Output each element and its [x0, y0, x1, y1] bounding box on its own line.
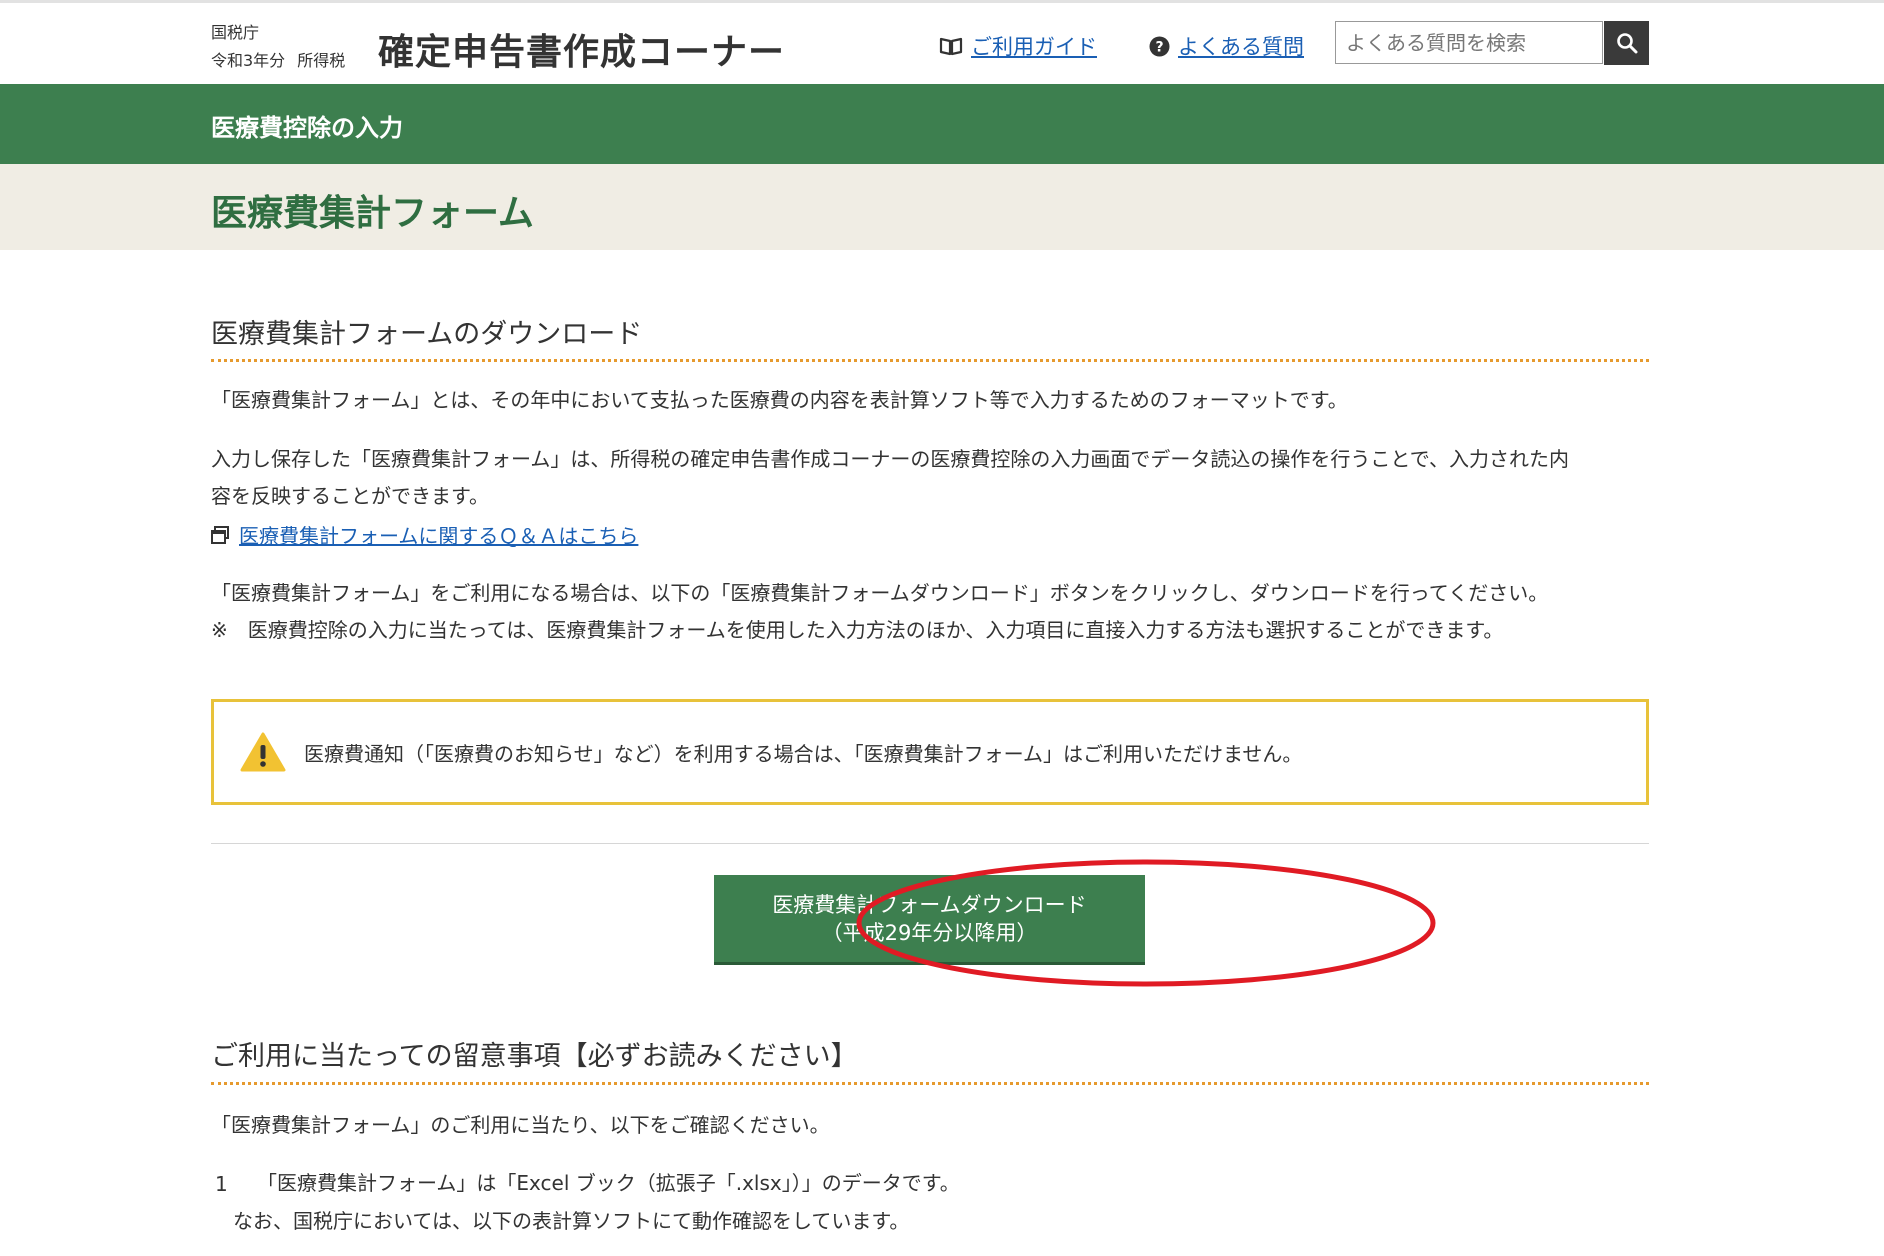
notes-section-title: ご利用に当たっての留意事項【必ずお読みください】 — [211, 1041, 858, 1072]
paragraph-2-line-2: 容を反映することができます。 — [211, 484, 489, 508]
tax-label: 所得税 — [297, 51, 346, 70]
search-button[interactable] — [1604, 21, 1649, 65]
paragraph-3-line-1: 「医療費集計フォーム」をご利用になる場合は、以下の「医療費集計フォームダウンロー… — [211, 581, 1549, 605]
list-item-1-note: なお、国税庁においては、以下の表計算ソフトにて動作確認をしています。 — [233, 1209, 910, 1233]
notes-divider — [211, 1082, 1649, 1085]
horizontal-divider — [211, 843, 1649, 844]
site-title: 確定申告書作成コーナー — [378, 32, 786, 73]
site-header: 国税庁 令和3年分 所得税 確定申告書作成コーナー ご利用ガイド ? よくある質問 — [0, 3, 1884, 84]
warning-icon — [240, 732, 286, 772]
faq-link-label: よくある質問 — [1178, 35, 1304, 59]
agency-name: 国税庁 — [211, 23, 260, 42]
question-icon: ? — [1149, 36, 1170, 57]
intro-paragraph: 「医療費集計フォーム」とは、その年中において支払った医療費の内容を表計算ソフト等… — [211, 388, 1348, 412]
year-tax-label: 令和3年分 所得税 — [211, 47, 357, 71]
warning-alert: 医療費通知（「医療費のお知らせ」など）を利用する場合は、「医療費集計フォーム」は… — [211, 699, 1649, 805]
svg-text:?: ? — [1155, 39, 1163, 55]
warning-text: 医療費通知（「医療費のお知らせ」など）を利用する場合は、「医療費集計フォーム」は… — [304, 741, 1303, 766]
book-icon — [939, 36, 963, 56]
guide-link[interactable]: ご利用ガイド — [939, 31, 1097, 61]
page-title-band: 医療費集計フォーム — [0, 164, 1884, 250]
list-item-number: 1 — [215, 1172, 228, 1196]
page-title: 医療費集計フォーム — [211, 193, 534, 234]
faq-search-input[interactable] — [1335, 21, 1603, 64]
notes-intro: 「医療費集計フォーム」のご利用に当たり、以下をご確認ください。 — [211, 1113, 830, 1137]
qa-link-label: 医療費集計フォームに関するＱ＆Ａはこちら — [239, 524, 639, 548]
download-section-title: 医療費集計フォームのダウンロード — [211, 319, 643, 350]
list-item-1: 「医療費集計フォーム」は「Excel ブック（拡張子「.xlsx」）」のデータで… — [257, 1171, 960, 1195]
section-bar: 医療費控除の入力 — [0, 84, 1884, 164]
qa-link[interactable]: 医療費集計フォームに関するＱ＆Ａはこちら — [211, 520, 638, 549]
paragraph-2-line-1: 入力し保存した「医療費集計フォーム」は、所得税の確定申告書作成コーナーの医療費控… — [211, 447, 1569, 471]
year-label: 令和3年分 — [211, 51, 286, 70]
window-icon — [211, 525, 229, 544]
section-bar-title: 医療費控除の入力 — [211, 114, 403, 142]
search-icon — [1616, 32, 1638, 54]
highlight-oval-annotation — [856, 859, 1436, 987]
section-divider — [211, 359, 1649, 362]
guide-link-label: ご利用ガイド — [971, 35, 1097, 59]
paragraph-3-note: ※ 医療費控除の入力に当たっては、医療費集計フォームを使用した入力方法のほか、入… — [211, 618, 1504, 642]
faq-link[interactable]: ? よくある質問 — [1149, 31, 1304, 61]
